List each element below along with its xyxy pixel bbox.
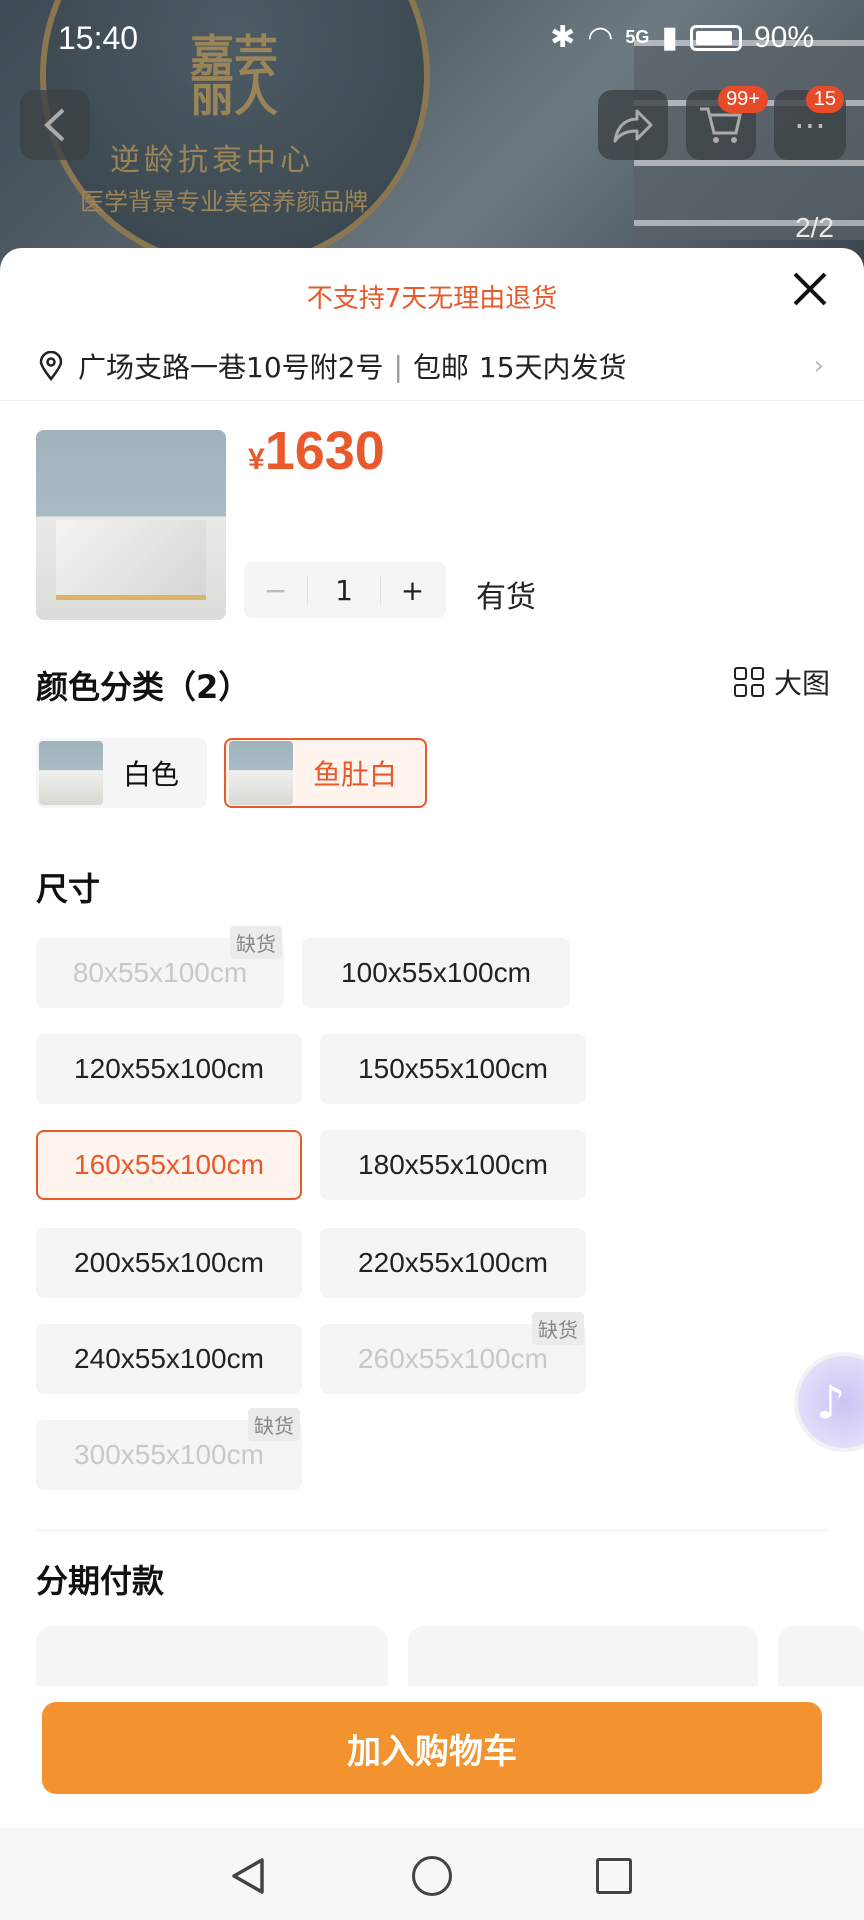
size-label: 180x55x100cm — [358, 1149, 548, 1180]
size-option[interactable]: 80x55x100cm 缺货 — [36, 926, 284, 1008]
nav-recents-icon[interactable] — [596, 1858, 632, 1894]
delivery-text: 15天内发货 — [478, 351, 627, 384]
price-currency: ¥ — [248, 443, 265, 476]
back-button[interactable] — [20, 90, 90, 160]
size-option[interactable]: 300x55x100cm 缺货 — [36, 1408, 302, 1490]
color-thumb — [229, 741, 293, 805]
size-option[interactable]: 100x55x100cm — [302, 938, 570, 1008]
size-label: 300x55x100cm — [74, 1439, 264, 1470]
status-icons: ✱ ◠ 5G ▮ 90% — [550, 20, 814, 55]
out-of-stock-tag: 缺货 — [230, 926, 282, 959]
divider — [0, 400, 864, 401]
size-option[interactable]: 260x55x100cm 缺货 — [320, 1312, 586, 1394]
wifi-icon: ◠ — [587, 21, 614, 54]
close-icon — [793, 272, 827, 306]
decrease-button[interactable]: − — [244, 574, 308, 607]
image-pager: 2/2 — [795, 212, 834, 243]
out-of-stock-tag: 缺货 — [532, 1312, 584, 1345]
cart-badge: 99+ — [718, 86, 768, 113]
size-option[interactable]: 200x55x100cm — [36, 1228, 302, 1298]
battery-percent: 90% — [753, 20, 814, 54]
return-policy-notice: 不支持7天无理由退货 — [306, 284, 558, 314]
big-view-label: 大图 — [773, 667, 830, 700]
color-thumb — [39, 741, 103, 805]
size-label: 220x55x100cm — [358, 1247, 548, 1278]
signal-label: 5G — [625, 27, 650, 47]
hero-sign-line4: 医学背景专业美容养颜品牌 — [80, 188, 368, 216]
battery-icon — [689, 24, 742, 51]
size-label: 260x55x100cm — [358, 1343, 548, 1374]
cart-button[interactable]: 99+ — [686, 86, 768, 160]
nav-home-icon[interactable] — [412, 1856, 452, 1896]
color-option-fish-belly-white[interactable]: 鱼肚白 — [224, 738, 428, 808]
installment-option[interactable] — [408, 1626, 758, 1686]
quantity-stepper: − 1 + — [244, 562, 446, 618]
size-label: 100x55x100cm — [341, 957, 531, 988]
size-label: 120x55x100cm — [74, 1053, 264, 1084]
size-section-title: 尺寸 — [36, 870, 101, 908]
installment-option[interactable] — [36, 1626, 388, 1686]
price-value: 1630 — [264, 421, 385, 481]
share-icon — [613, 109, 653, 143]
size-label: 150x55x100cm — [358, 1053, 548, 1084]
size-label: 200x55x100cm — [74, 1247, 264, 1278]
shipping-address-row[interactable]: 广场支路一巷10号附2号 | 包邮 15天内发货 › — [36, 346, 834, 386]
quantity-value[interactable]: 1 — [308, 562, 380, 618]
size-label: 240x55x100cm — [74, 1343, 264, 1374]
grid-icon — [733, 667, 764, 697]
status-time: 15:40 — [58, 20, 139, 56]
hero-sign-line3: 逆龄抗衰中心 — [110, 143, 314, 178]
big-view-button[interactable]: 大图 — [733, 662, 830, 702]
color-option-white[interactable]: 白色 — [36, 738, 208, 808]
divider — [36, 1530, 828, 1531]
shipping-text: 包邮 — [412, 351, 469, 384]
system-nav-bar — [0, 1828, 864, 1920]
size-label: 160x55x100cm — [74, 1149, 264, 1180]
add-to-cart-button[interactable]: 加入购物车 — [42, 1702, 822, 1794]
location-pin-icon — [39, 351, 63, 381]
chevron-left-icon — [44, 108, 65, 142]
installment-option[interactable] — [778, 1626, 864, 1686]
size-option[interactable]: 240x55x100cm — [36, 1324, 302, 1394]
size-option[interactable]: 150x55x100cm — [320, 1034, 586, 1104]
share-button[interactable] — [598, 90, 668, 160]
address-text: 广场支路一巷10号附2号 — [78, 351, 384, 384]
increase-button[interactable]: + — [380, 574, 444, 607]
signal-icon: ▮ — [661, 21, 678, 54]
bluetooth-icon: ✱ — [550, 21, 576, 54]
stock-status: 有货 — [476, 580, 536, 615]
close-button[interactable] — [786, 270, 834, 318]
selected-sku-thumbnail[interactable] — [36, 430, 226, 620]
nav-back-icon[interactable] — [228, 1856, 268, 1896]
sku-selector-sheet: 不支持7天无理由退货 广场支路一巷10号附2号 | 包邮 15天内发货 › ¥1… — [0, 248, 864, 1828]
size-label: 80x55x100cm — [72, 957, 248, 988]
size-option[interactable]: 180x55x100cm — [320, 1130, 586, 1200]
status-bar: 15:40 ✱ ◠ 5G ▮ 90% — [0, 0, 864, 80]
size-option-selected[interactable]: 160x55x100cm — [36, 1130, 302, 1200]
message-button[interactable]: ⋯ 15 — [774, 86, 846, 160]
address-separator: | — [393, 349, 403, 383]
chevron-right-icon: › — [813, 351, 824, 381]
price: ¥1630 — [248, 420, 385, 482]
installment-section-title: 分期付款 — [36, 1562, 165, 1600]
color-label: 鱼肚白 — [313, 758, 398, 791]
out-of-stock-tag: 缺货 — [248, 1408, 300, 1441]
desk-image — [56, 520, 206, 600]
color-label: 白色 — [123, 758, 180, 791]
size-option[interactable]: 120x55x100cm — [36, 1034, 302, 1104]
message-badge: 15 — [805, 86, 844, 113]
color-section-title: 颜色分类（2） — [36, 668, 251, 706]
size-option[interactable]: 220x55x100cm — [320, 1228, 586, 1298]
